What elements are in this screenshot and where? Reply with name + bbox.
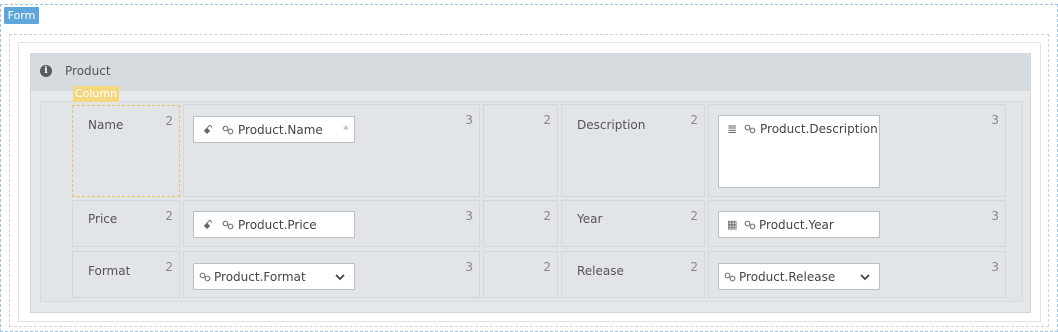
column-release-label[interactable]: Release 2 xyxy=(561,251,705,298)
text-type-icon: ꗃ xyxy=(203,123,213,137)
info-icon: i xyxy=(40,65,52,77)
chevron-down-icon[interactable] xyxy=(860,273,870,281)
form-tag[interactable]: Form xyxy=(4,7,39,24)
panel-title: Product xyxy=(65,64,111,78)
column-span: 3 xyxy=(465,113,473,127)
field-label: Name xyxy=(88,118,124,132)
product-name-input[interactable]: ꗃ Product.Name * xyxy=(193,116,355,143)
field-binding: Product.Description xyxy=(760,122,878,136)
chevron-down-icon[interactable] xyxy=(335,273,345,281)
product-format-select[interactable]: Product.Format xyxy=(193,263,355,290)
column-spacer[interactable]: 2 xyxy=(483,251,558,298)
column-spacer[interactable]: 2 xyxy=(483,200,558,247)
field-label: Description xyxy=(577,118,646,132)
column-span: 2 xyxy=(543,260,551,274)
column-span: 2 xyxy=(165,114,173,128)
column-span: 3 xyxy=(991,260,999,274)
column-span: 2 xyxy=(690,113,698,127)
field-binding: Product.Format xyxy=(214,270,306,284)
column-spacer[interactable]: 2 xyxy=(483,104,558,197)
panel-header[interactable] xyxy=(31,54,1030,91)
column-price-label[interactable]: Price 2 xyxy=(72,200,180,247)
field-label: Format xyxy=(88,264,131,278)
column-format-label[interactable]: Format 2 xyxy=(72,251,180,298)
product-year-datepicker[interactable]: ▦ Product.Year xyxy=(718,211,880,238)
column-description-label[interactable]: Description 2 xyxy=(561,104,705,197)
column-span: 3 xyxy=(991,209,999,223)
product-release-select[interactable]: Product.Release xyxy=(718,263,880,290)
column-span: 2 xyxy=(543,209,551,223)
column-format-field[interactable]: 3 Product.Format xyxy=(183,251,480,298)
field-binding: Product.Release xyxy=(739,270,836,284)
field-label: Price xyxy=(88,212,118,226)
column-price-field[interactable]: 3 ꗃ Product.Price xyxy=(183,200,480,247)
column-tag[interactable]: Column xyxy=(73,86,119,102)
column-span: 2 xyxy=(165,260,173,274)
link-icon xyxy=(222,125,234,135)
column-description-field[interactable]: 3 ≣ Product.Description xyxy=(708,104,1006,197)
column-name-label[interactable]: Name 2 xyxy=(72,105,180,197)
link-icon xyxy=(744,220,756,230)
text-type-icon: ꗃ xyxy=(203,218,213,232)
multiline-icon: ≣ xyxy=(727,122,738,136)
field-binding: Product.Name xyxy=(238,123,323,137)
column-span: 2 xyxy=(690,260,698,274)
column-name-field[interactable]: 3 ꗃ Product.Name * xyxy=(183,104,480,197)
required-marker: * xyxy=(343,123,349,137)
field-label: Release xyxy=(577,264,624,278)
product-description-textarea[interactable]: ≣ Product.Description xyxy=(718,115,880,188)
column-span: 2 xyxy=(690,209,698,223)
column-span: 3 xyxy=(991,113,999,127)
column-span: 3 xyxy=(465,209,473,223)
link-icon xyxy=(222,220,234,230)
column-year-label[interactable]: Year 2 xyxy=(561,200,705,247)
field-label: Year xyxy=(577,212,603,226)
product-price-input[interactable]: ꗃ Product.Price xyxy=(193,211,355,238)
field-binding: Product.Year xyxy=(759,218,834,232)
column-span: 2 xyxy=(543,113,551,127)
calendar-icon: ▦ xyxy=(727,218,738,231)
column-span: 2 xyxy=(165,209,173,223)
link-icon xyxy=(199,272,211,282)
column-release-field[interactable]: 3 Product.Release xyxy=(708,251,1006,298)
link-icon xyxy=(724,272,736,282)
column-year-field[interactable]: 3 ▦ Product.Year xyxy=(708,200,1006,247)
field-binding: Product.Price xyxy=(238,218,317,232)
link-icon xyxy=(744,124,756,134)
column-span: 3 xyxy=(465,260,473,274)
